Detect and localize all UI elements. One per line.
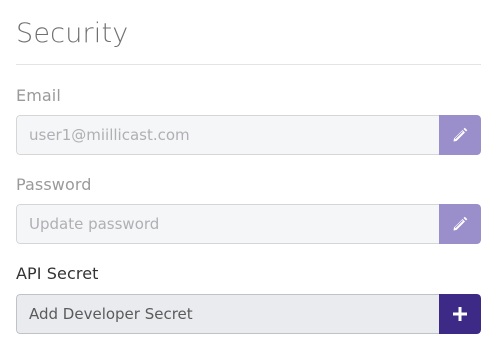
api-secret-field[interactable]: Add Developer Secret: [16, 294, 439, 334]
plus-icon: [453, 307, 467, 321]
pencil-icon: [453, 216, 468, 231]
email-label: Email: [16, 86, 61, 105]
pencil-icon: [453, 127, 468, 142]
api-secret-label: API Secret: [16, 264, 99, 283]
section-divider: [16, 64, 481, 65]
edit-email-button[interactable]: [439, 115, 481, 155]
section-title: Security: [16, 18, 129, 49]
edit-password-button[interactable]: [439, 204, 481, 244]
password-label: Password: [16, 175, 92, 194]
add-api-secret-button[interactable]: [439, 294, 481, 334]
email-field[interactable]: user1@miillicast.com: [16, 115, 439, 155]
security-panel: Security Email user1@miillicast.com Pass…: [0, 0, 496, 358]
api-secret-field-group: Add Developer Secret: [16, 294, 481, 334]
password-field-group: Update password: [16, 204, 481, 244]
password-field[interactable]: Update password: [16, 204, 439, 244]
email-field-group: user1@miillicast.com: [16, 115, 481, 155]
